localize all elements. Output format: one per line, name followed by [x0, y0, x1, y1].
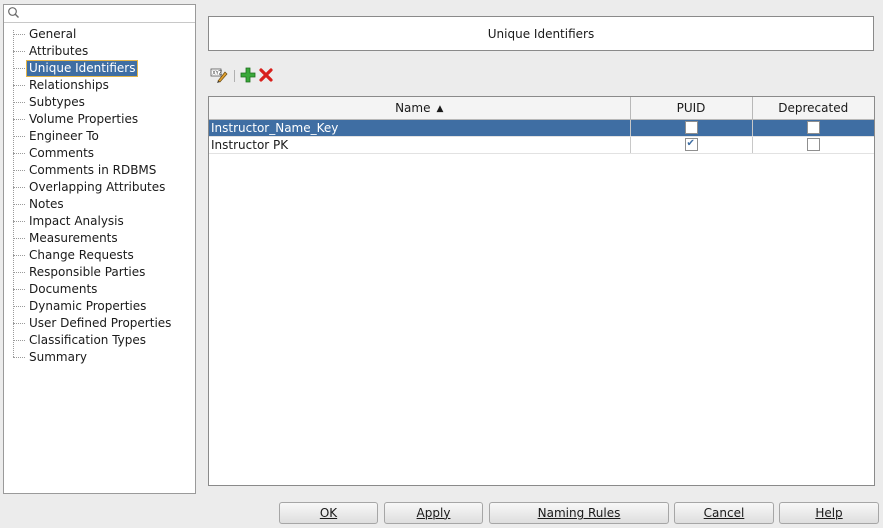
dialog-button-bar: OK Apply Naming Rules Cancel Help — [0, 498, 883, 528]
deprecated-checkbox[interactable] — [806, 137, 820, 151]
toolbar: XYZ — [210, 67, 275, 85]
table-row[interactable]: Instructor_Name_Key — [209, 119, 874, 137]
nav-item-label: Comments — [29, 146, 95, 160]
nav-item-label: Documents — [29, 282, 98, 296]
table-header-row: Name ▲ PUID Deprecated — [209, 97, 874, 120]
sort-ascending-icon: ▲ — [436, 103, 444, 114]
nav-item-label: General — [29, 27, 77, 41]
nav-item-label: Subtypes — [29, 95, 85, 109]
nav-item-classification-types[interactable]: Classification Types — [4, 332, 195, 349]
nav-item-documents[interactable]: Documents — [4, 281, 195, 298]
nav-item-label: Volume Properties — [29, 112, 139, 126]
nav-item-label: Impact Analysis — [29, 214, 124, 228]
column-header-deprecated-label: Deprecated — [778, 100, 849, 115]
ok-button[interactable]: OK — [279, 502, 378, 524]
identifier-name-cell[interactable]: Instructor_Name_Key — [209, 119, 631, 137]
nav-item-label: Relationships — [29, 78, 109, 92]
nav-item-impact-analysis[interactable]: Impact Analysis — [4, 213, 195, 230]
naming-rules-button[interactable]: Naming Rules — [489, 502, 669, 524]
column-header-name[interactable]: Name ▲ — [209, 97, 631, 120]
nav-item-label: Dynamic Properties — [29, 299, 147, 313]
unique-identifiers-table: Name ▲ PUID Deprecated Instructor_Name_Ke… — [208, 96, 875, 486]
puid-checkbox[interactable] — [684, 120, 698, 134]
nav-item-label: Engineer To — [29, 129, 99, 143]
puid-cell — [630, 136, 753, 154]
nav-item-user-defined-properties[interactable]: User Defined Properties — [4, 315, 195, 332]
nav-item-label: Comments in RDBMS — [29, 163, 157, 177]
nav-item-notes[interactable]: Notes — [4, 196, 195, 213]
nav-item-summary[interactable]: Summary — [4, 349, 195, 366]
nav-item-label: Attributes — [29, 44, 89, 58]
nav-item-label: Responsible Parties — [29, 265, 146, 279]
nav-item-comments-in-rdbms[interactable]: Comments in RDBMS — [4, 162, 195, 179]
edit-properties-button[interactable]: XYZ — [210, 67, 228, 85]
help-button[interactable]: Help — [779, 502, 879, 524]
nav-item-measurements[interactable]: Measurements — [4, 230, 195, 247]
delete-icon — [258, 67, 274, 86]
add-button[interactable] — [239, 67, 257, 85]
apply-button[interactable]: Apply — [384, 502, 483, 524]
toolbar-separator — [234, 70, 235, 82]
cancel-button[interactable]: Cancel — [674, 502, 774, 524]
nav-item-dynamic-properties[interactable]: Dynamic Properties — [4, 298, 195, 315]
deprecated-cell — [752, 119, 874, 137]
puid-checkbox[interactable] — [684, 136, 698, 152]
navigation-panel: General Attributes Unique Identifiers Relat… — [3, 4, 196, 494]
nav-item-label: Notes — [29, 197, 64, 211]
column-header-puid[interactable]: PUID — [630, 97, 753, 120]
column-header-name-label: Name — [395, 100, 431, 115]
edit-properties-icon: XYZ — [210, 67, 228, 86]
nav-item-engineer-to[interactable]: Engineer To — [4, 128, 195, 145]
delete-button[interactable] — [257, 67, 275, 85]
nav-item-overlapping-attributes[interactable]: Overlapping Attributes — [4, 179, 195, 196]
search-icon — [7, 6, 21, 20]
svg-text:XYZ: XYZ — [212, 70, 222, 76]
nav-item-relationships[interactable]: Relationships — [4, 77, 195, 94]
nav-item-label: User Defined Properties — [29, 316, 172, 330]
identifier-name-cell[interactable]: Instructor PK — [209, 136, 631, 154]
nav-item-responsible-parties[interactable]: Responsible Parties — [4, 264, 195, 281]
search-field[interactable] — [4, 5, 195, 23]
page-title-text: Unique Identifiers — [487, 26, 595, 41]
column-header-puid-label: PUID — [676, 100, 706, 115]
nav-item-comments[interactable]: Comments — [4, 145, 195, 162]
nav-item-label: Overlapping Attributes — [29, 180, 166, 194]
nav-item-label: Change Requests — [29, 248, 134, 262]
column-header-deprecated[interactable]: Deprecated — [752, 97, 874, 120]
puid-cell — [630, 119, 753, 137]
nav-item-general[interactable]: General — [4, 26, 195, 43]
page-title: Unique Identifiers — [208, 16, 874, 51]
deprecated-checkbox[interactable] — [806, 120, 820, 134]
nav-item-unique-identifiers[interactable]: Unique Identifiers — [4, 60, 195, 77]
table-row[interactable]: Instructor PK — [209, 136, 874, 154]
nav-item-label: Measurements — [29, 231, 118, 245]
nav-item-change-requests[interactable]: Change Requests — [4, 247, 195, 264]
deprecated-cell — [752, 136, 874, 154]
nav-item-label: Classification Types — [29, 333, 147, 347]
nav-item-subtypes[interactable]: Subtypes — [4, 94, 195, 111]
add-icon — [240, 67, 256, 86]
nav-item-volume-properties[interactable]: Volume Properties — [4, 111, 195, 128]
nav-item-label: Unique Identifiers — [25, 60, 139, 77]
nav-item-label: Summary — [29, 350, 87, 364]
navigation-tree: General Attributes Unique Identifiers Relat… — [4, 26, 195, 366]
nav-item-attributes[interactable]: Attributes — [4, 43, 195, 60]
